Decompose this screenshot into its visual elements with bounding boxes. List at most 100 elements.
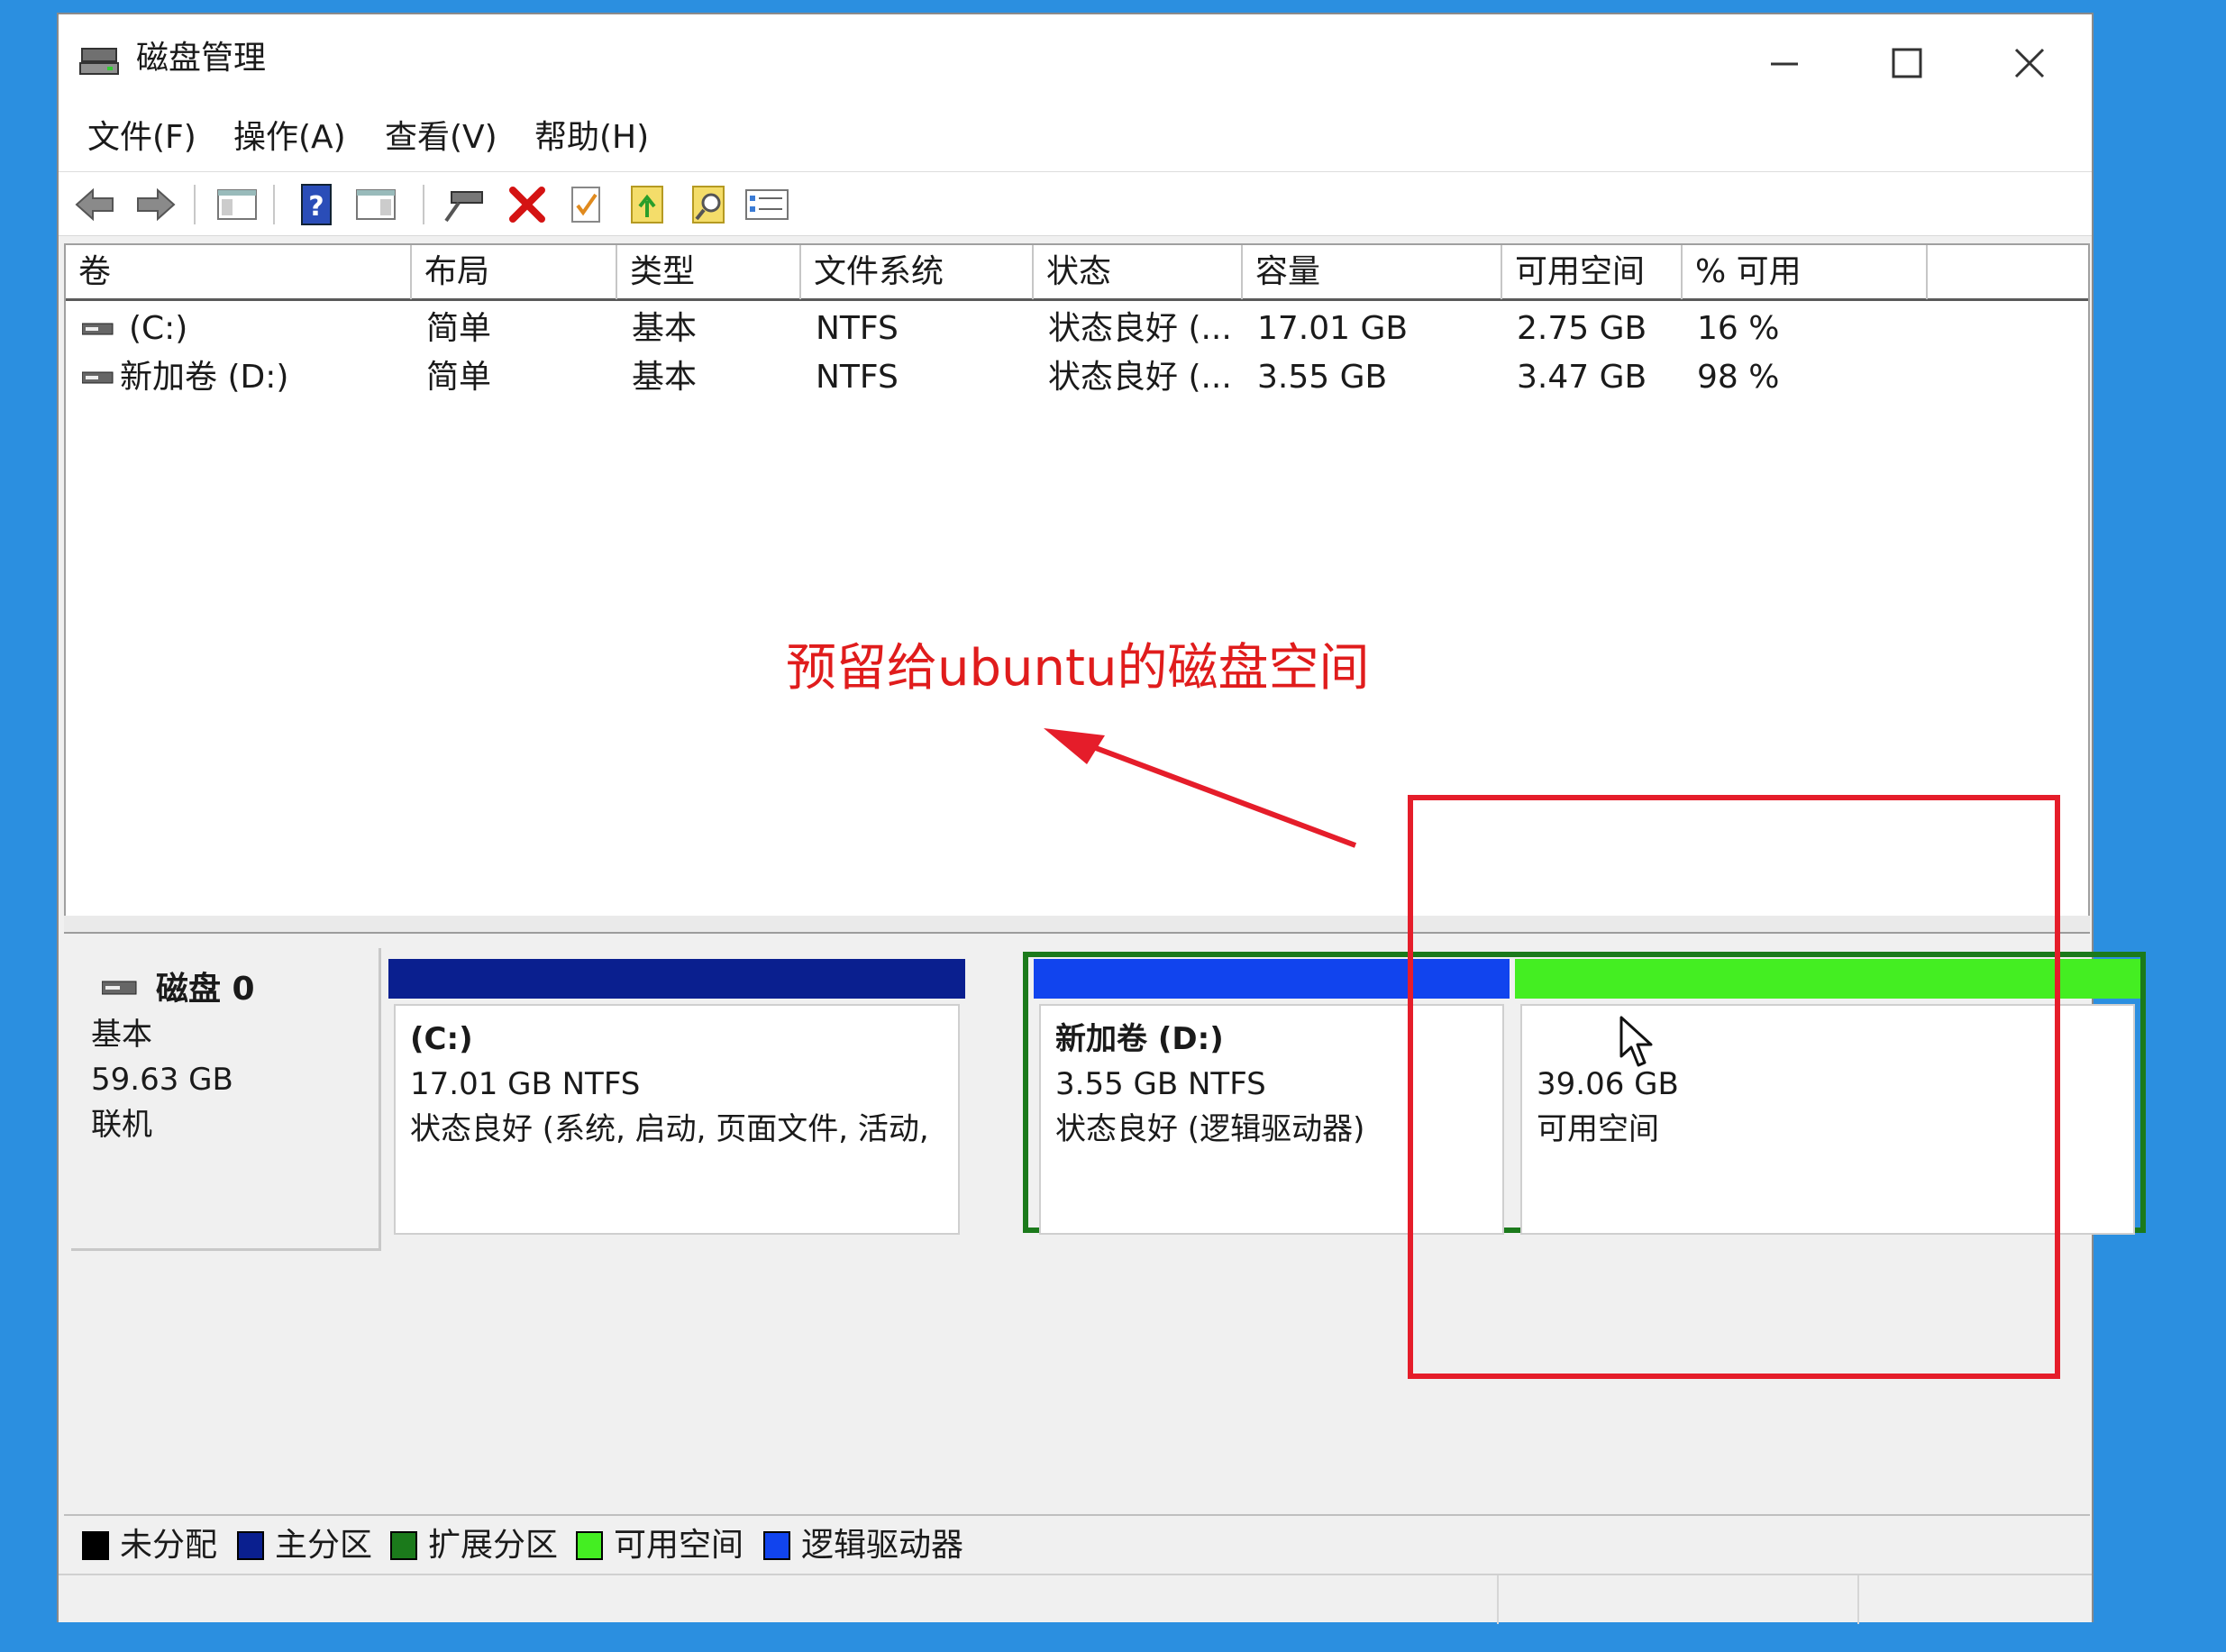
column-header-capacity[interactable]: 容量 [1243, 245, 1502, 299]
properties-button[interactable] [563, 181, 610, 228]
legend-label: 可用空间 [614, 1527, 744, 1564]
column-header-free-space[interactable]: 可用空间 [1502, 245, 1683, 299]
help-button[interactable]: ? [293, 181, 340, 228]
volume-free-space: 2.75 GB [1517, 310, 1647, 347]
legend-label: 扩展分区 [428, 1527, 559, 1564]
legend-swatch-unallocated [82, 1531, 109, 1560]
menu-file[interactable]: 文件(F) [84, 115, 200, 160]
toolbar: ? [59, 171, 2092, 236]
drive-icon [82, 323, 114, 335]
properties-icon [571, 187, 600, 223]
forward-icon [137, 187, 176, 222]
window-title: 磁盘管理 [136, 40, 267, 77]
legend-label: 未分配 [120, 1527, 218, 1564]
maximize-button[interactable] [1848, 27, 1966, 99]
partition-status: 状态良好 (系统, 启动, 页面文件, 活动, [410, 1111, 929, 1147]
column-header-percent-free[interactable]: % 可用 [1683, 245, 1928, 299]
volume-free-space: 3.47 GB [1517, 359, 1647, 396]
disk-title: 磁盘 0 [156, 971, 255, 1008]
volume-capacity: 3.55 GB [1257, 359, 1388, 396]
disk-icon [102, 981, 137, 995]
volume-percent-free: 16 % [1697, 310, 1780, 347]
menu-action[interactable]: 操作(A) [230, 115, 350, 160]
connect-virtual-disk-icon [444, 191, 483, 223]
legend-label: 逻辑驱动器 [801, 1527, 964, 1564]
drive-icon [82, 371, 114, 384]
volume-type: 基本 [632, 359, 698, 396]
column-header-status[interactable]: 状态 [1034, 245, 1243, 299]
svg-text:?: ? [308, 191, 324, 223]
partition-c[interactable]: (C:) 17.01 GB NTFS 状态良好 (系统, 启动, 页面文件, 活… [388, 948, 965, 1246]
disk-size: 59.63 GB [91, 1062, 233, 1098]
legend-swatch-free-space [576, 1531, 603, 1560]
legend-swatch-logical-drive [763, 1531, 790, 1560]
help-icon: ? [301, 184, 332, 225]
column-header-volume[interactable]: 卷 [66, 245, 412, 299]
toolbar-separator [423, 185, 424, 224]
primary-partition-bar [388, 959, 965, 999]
export-list-icon [631, 186, 663, 224]
delete-icon [509, 187, 545, 223]
back-button[interactable] [71, 181, 118, 228]
volume-percent-free: 98 % [1697, 359, 1780, 396]
column-header-type[interactable]: 类型 [617, 245, 801, 299]
show-hide-action-pane-icon [356, 189, 396, 220]
show-hide-console-tree-button[interactable] [214, 181, 260, 228]
close-icon [2014, 48, 2045, 78]
disk-management-app-icon [79, 48, 119, 75]
volume-row[interactable]: (C:) 简单 基本 NTFS 状态良好 (... 17.01 GB 2.75 … [66, 305, 2048, 353]
settings-button[interactable] [744, 181, 790, 228]
search-button[interactable] [686, 181, 733, 228]
partition-size: 17.01 GB NTFS [410, 1066, 641, 1102]
volume-layout: 简单 [426, 310, 492, 347]
volume-type: 基本 [632, 310, 698, 347]
status-bar [59, 1574, 2092, 1624]
mouse-pointer-icon [1619, 1016, 1653, 1067]
delete-button[interactable] [504, 181, 551, 228]
back-icon [75, 187, 114, 222]
volume-capacity: 17.01 GB [1257, 310, 1409, 347]
legend-label: 主分区 [275, 1527, 373, 1564]
export-list-button[interactable] [625, 181, 671, 228]
disk-state: 联机 [91, 1107, 152, 1143]
volume-name: (C:) [129, 310, 188, 347]
disk-info[interactable]: 磁盘 0 基本 59.63 GB 联机 [71, 948, 381, 1251]
connect-virtual-disk-button[interactable] [441, 181, 488, 228]
volume-status: 状态良好 (... [1048, 310, 1232, 347]
volume-list-header: 卷 布局 类型 文件系统 状态 容量 可用空间 % 可用 [66, 245, 2088, 301]
toolbar-separator [273, 185, 275, 224]
close-button[interactable] [1971, 27, 2088, 99]
status-bar-divider [1497, 1575, 1499, 1624]
highlight-box [1408, 795, 2060, 1379]
volume-layout: 简单 [426, 359, 492, 396]
search-icon [692, 186, 725, 224]
title-bar: 磁盘管理 [59, 14, 2092, 103]
column-header-filesystem[interactable]: 文件系统 [801, 245, 1034, 299]
legend-swatch-primary [237, 1531, 264, 1560]
volume-name: 新加卷 (D:) [120, 359, 289, 396]
menu-help[interactable]: 帮助(H) [531, 115, 652, 160]
show-hide-action-pane-button[interactable] [352, 181, 399, 228]
volume-status: 状态良好 (... [1048, 359, 1232, 396]
minimize-icon [1771, 62, 1798, 66]
settings-icon [745, 189, 789, 220]
forward-button[interactable] [132, 181, 179, 228]
column-header-layout[interactable]: 布局 [412, 245, 617, 299]
volume-filesystem: NTFS [816, 359, 899, 396]
annotation-text: 预留给ubuntu的磁盘空间 [786, 639, 1370, 698]
partition-body: (C:) 17.01 GB NTFS 状态良好 (系统, 启动, 页面文件, 活… [394, 1004, 960, 1235]
menu-view[interactable]: 查看(V) [381, 115, 501, 160]
minimize-button[interactable] [1726, 27, 1843, 99]
partition-title: (C:) [410, 1021, 473, 1057]
partition-title: 新加卷 (D:) [1055, 1021, 1224, 1057]
partition-status: 状态良好 (逻辑驱动器) [1055, 1111, 1365, 1147]
annotation-arrow-icon [1044, 728, 1357, 848]
show-hide-console-tree-icon [217, 189, 257, 220]
volume-filesystem: NTFS [816, 310, 899, 347]
menu-bar: 文件(F) 操作(A) 查看(V) 帮助(H) [59, 103, 2092, 171]
status-bar-divider [1857, 1575, 1859, 1624]
maximize-icon [1892, 48, 1922, 78]
volume-row[interactable]: 新加卷 (D:) 简单 基本 NTFS 状态良好 (... 3.55 GB 3.… [66, 353, 2048, 402]
partition-size: 3.55 GB NTFS [1055, 1066, 1266, 1102]
legend: 未分配 主分区 扩展分区 可用空间 逻辑驱动器 [64, 1514, 2090, 1574]
